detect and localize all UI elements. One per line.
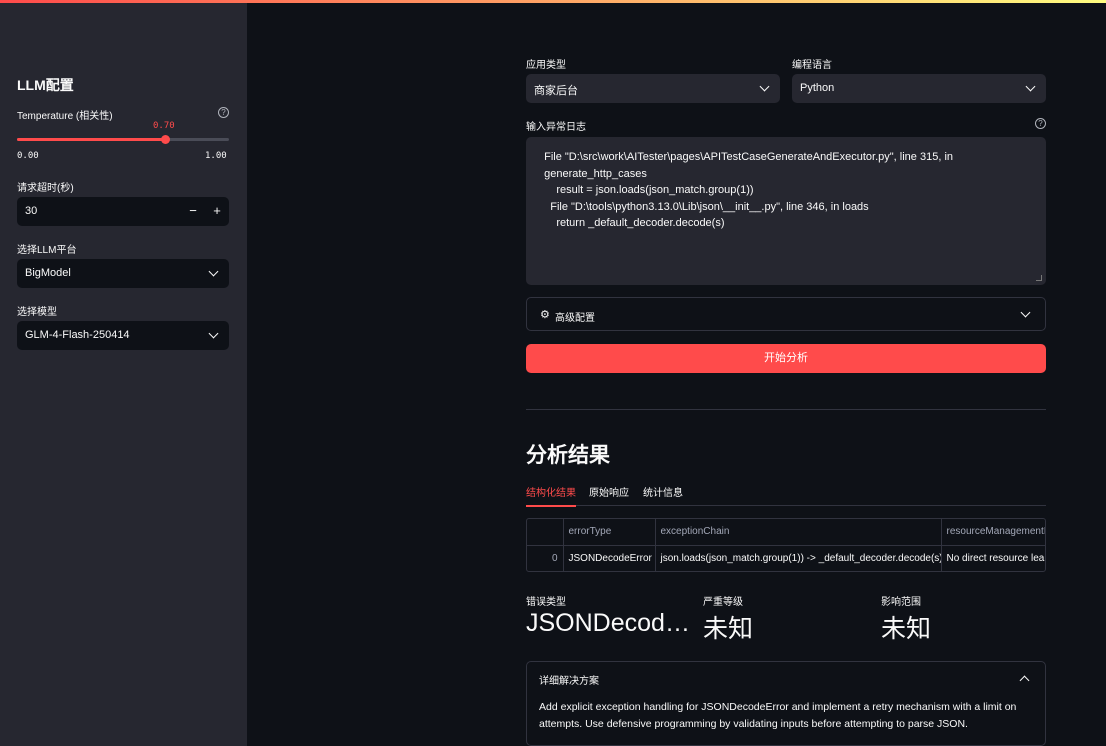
slider-max: 1.00 [205,151,227,161]
app-type-select[interactable]: 商家后台 [526,74,780,103]
solution-body: Add explicit exception handling for JSON… [539,701,1017,730]
language-label: 编程语言 [792,60,832,71]
timeout-number-input[interactable]: 30 − + [17,197,229,226]
chevron-down-icon [759,81,770,92]
model-value: GLM-4-Flash-250414 [25,329,130,341]
metric-label: 严重等级 [703,597,743,608]
table-header-row: errorType exceptionChain resourceManagem… [527,519,1045,546]
results-title: 分析结果 [526,444,610,467]
table-cell[interactable]: json.loads(json_match.group(1)) -> _defa… [655,545,942,571]
advanced-config-expander[interactable]: ⚙ 高级配置 [526,297,1046,331]
chevron-up-icon[interactable] [1019,675,1030,686]
metric-label: 影响范围 [881,597,921,608]
slider-fill [17,138,166,141]
table-cell[interactable]: JSONDecodeError [563,545,656,571]
divider [526,409,1046,410]
log-textarea[interactable]: File "D:\src\work\AITester\pages\APITest… [526,137,1046,285]
column-header[interactable]: errorType [563,519,656,546]
table-row: 0 JSONDecodeError json.loads(json_match.… [527,545,1045,571]
tab-raw-response[interactable]: 原始响应 [589,484,629,505]
timeout-label: 请求超时(秒) [17,183,74,194]
platform-value: BigModel [25,267,71,279]
help-icon[interactable]: ? [1035,118,1046,129]
column-header [527,519,564,546]
row-index: 0 [527,545,564,571]
decrement-button[interactable]: − [187,203,199,218]
temperature-label: Temperature (相关性) [17,111,113,122]
analyze-button[interactable]: 开始分析 [526,344,1046,373]
platform-label: 选择LLM平台 [17,245,77,256]
column-header[interactable]: resourceManagementIs [941,519,1045,546]
language-value: Python [800,82,835,94]
app-type-value: 商家后台 [534,85,578,97]
solution-title[interactable]: 详细解决方案 [539,672,599,687]
chevron-down-icon [208,266,219,277]
column-header[interactable]: exceptionChain [655,519,942,546]
sidebar: LLM配置 Temperature (相关性) ? 0.70 0.00 1.00… [0,3,247,746]
sidebar-title: LLM配置 [17,77,74,93]
slider-thumb[interactable] [161,135,171,144]
main-content: 应用类型 商家后台 编程语言 Python 输入异常日志 ? File "D:\… [247,3,1106,746]
metric-value: 未知 [703,615,754,643]
language-select[interactable]: Python [792,74,1046,103]
tab-statistics[interactable]: 统计信息 [643,484,683,505]
log-label: 输入异常日志 [526,122,586,133]
tab-structured[interactable]: 结构化结果 [526,484,576,507]
resize-handle[interactable] [1036,275,1042,281]
platform-select[interactable]: BigModel [17,259,229,288]
results-dataframe[interactable]: errorType exceptionChain resourceManagem… [526,518,1046,572]
metric-label: 错误类型 [526,597,566,608]
advanced-config-label: 高级配置 [555,313,595,324]
model-label: 选择模型 [17,307,57,318]
chevron-down-icon [1020,307,1031,318]
increment-button[interactable]: + [211,203,223,218]
timeout-value[interactable]: 30 [25,205,37,217]
metric-value: JSONDecod… [526,609,690,637]
metric-value: 未知 [881,615,932,643]
temperature-value: 0.70 [153,121,175,131]
model-select[interactable]: GLM-4-Flash-250414 [17,321,229,350]
solution-expander: 详细解决方案 Add explicit exception handling f… [526,661,1046,746]
slider-min: 0.00 [17,151,39,161]
help-icon[interactable]: ? [218,107,229,118]
temperature-slider[interactable] [17,135,229,144]
app-type-label: 应用类型 [526,60,566,71]
results-tabs: 结构化结果 原始响应 统计信息 [526,484,1046,507]
chevron-down-icon [208,328,219,339]
chevron-down-icon [1025,81,1036,92]
table-cell[interactable]: No direct resource leak [941,545,1045,571]
gear-icon: ⚙ [540,309,550,321]
